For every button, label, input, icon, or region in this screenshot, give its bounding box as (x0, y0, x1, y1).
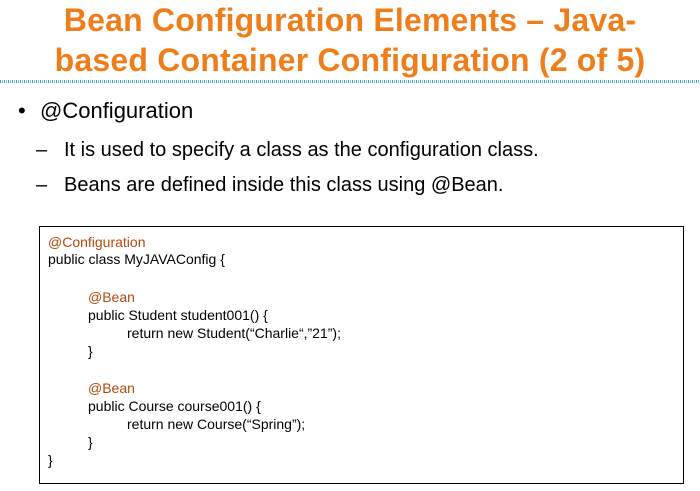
slide-title-line-1: Bean Configuration Elements – Java- (63, 2, 637, 38)
code-line-return-course: return new Course(“Spring”); (127, 416, 306, 432)
bullet-configuration-label: @Configuration (40, 98, 194, 123)
slide-title: Bean Configuration Elements – Java- base… (0, 0, 700, 80)
code-line-return-student: return new Student(“Charlie“,”21”); (127, 325, 341, 341)
sub-bullet-1-text: It is used to specify a class as the con… (64, 139, 539, 161)
bullet-dot-icon: • (18, 98, 26, 123)
code-line-close-brace-class: } (48, 452, 53, 468)
sub-bullet-2-text: Beans are defined inside this class usin… (64, 174, 504, 196)
dash-icon: – (36, 139, 48, 161)
dash-icon: – (36, 174, 48, 196)
code-line-student-method: public Student student001() { (88, 307, 268, 323)
code-line-close-brace-1: } (88, 343, 93, 359)
sub-bullet-2: – Beans are defined inside this class usi… (36, 174, 503, 197)
slide-title-line-2: based Container Configuration (2 of 5) (54, 42, 646, 78)
code-line-annotation-bean-1: @Bean (88, 289, 135, 305)
code-line-class-declaration: public class MyJAVAConfig { (48, 251, 225, 267)
code-line-annotation-bean-2: @Bean (88, 380, 135, 396)
bullet-configuration: • @Configuration (18, 98, 193, 124)
sub-bullet-1: – It is used to specify a class as the co… (36, 139, 539, 162)
code-line-annotation-configuration: @Configuration (48, 234, 146, 250)
code-line-course-method: public Course course001() { (88, 398, 261, 414)
title-divider (0, 80, 700, 83)
code-example-box: @Configuration public class MyJAVAConfig… (39, 226, 684, 484)
code-line-close-brace-2: } (88, 434, 93, 450)
